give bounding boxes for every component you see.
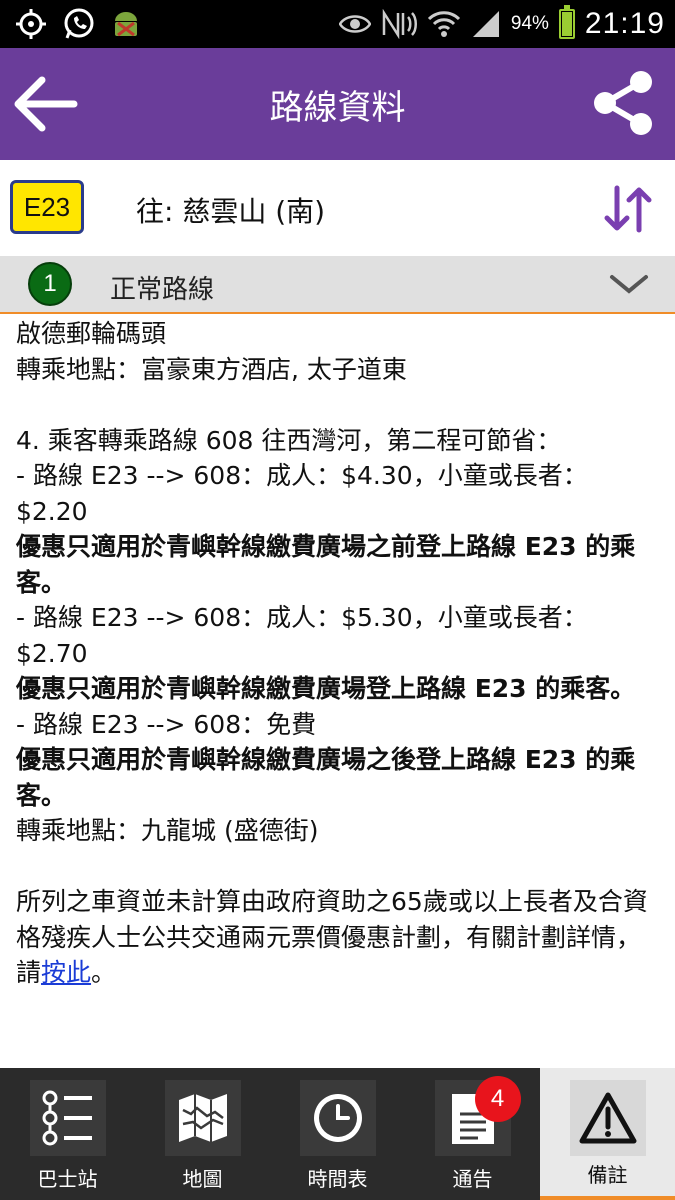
status-bar: 94% 21:19 — [0, 0, 675, 48]
battery-percent: 94% — [510, 13, 549, 34]
nav-label: 通告 — [452, 1167, 493, 1191]
notice-count-badge: 4 — [474, 1076, 521, 1122]
nav-item-bus-stops[interactable]: 巴士站 — [0, 1068, 135, 1200]
remark-line: - 路線 E23 --> 608：成人：$4.30，小童或長者：$2.20 — [16, 461, 588, 526]
warning-icon — [579, 1092, 636, 1144]
wifi-icon — [427, 11, 460, 37]
nav-item-remarks[interactable]: 備註 — [540, 1068, 675, 1200]
remark-line: 優惠只適用於青嶼幹線繳費廣場之前登上路線 E23 的乘客。 — [16, 532, 636, 597]
nav-item-notices[interactable]: 4 通告 — [405, 1068, 540, 1200]
nav-label: 時間表 — [307, 1167, 368, 1191]
route-header: E23 往: 慈雲山 (南) — [0, 160, 675, 256]
route-destination: 往: 慈雲山 (南) — [136, 195, 326, 228]
remark-line: - 路線 E23 --> 608：成人：$5.30，小童或長者：$2.70 — [16, 603, 588, 668]
app-bar: 路線資料 — [0, 48, 675, 160]
route-number-badge: E23 — [10, 180, 84, 234]
remark-line: 轉乘地點：富豪東方酒店, 太子道東 — [16, 354, 407, 384]
remark-line: - 路線 E23 --> 608：免費 — [16, 709, 317, 739]
remark-line: 優惠只適用於青嶼幹線繳費廣場登上路線 E23 的乘客。 — [16, 674, 636, 703]
battery-icon — [558, 5, 575, 39]
bus-stop-list-icon — [42, 1090, 92, 1146]
whatsapp-icon — [64, 8, 94, 39]
nav-label: 備註 — [587, 1163, 628, 1187]
gps-icon — [16, 9, 46, 39]
clock-time: 21:19 — [584, 7, 665, 40]
route-variant-selector[interactable]: 1 正常路線 — [0, 256, 675, 314]
android-debug-icon — [115, 12, 137, 37]
nav-label: 巴士站 — [37, 1167, 98, 1191]
details-link[interactable]: 按此 — [41, 958, 91, 987]
signal-icon — [472, 11, 499, 37]
remark-line: 轉乘地點：九龍城 (盛德街) — [16, 816, 319, 845]
route-remarks-content: 啟德郵輪碼頭轉乘地點：富豪東方酒店, 太子道東 4. 乘客轉乘路線 608 往西灣… — [0, 316, 675, 1068]
nav-label: 地圖 — [182, 1167, 223, 1191]
remark-line: 啟德郵輪碼頭 — [16, 319, 167, 348]
variant-label: 正常路線 — [110, 275, 215, 305]
remark-line: 優惠只適用於青嶼幹線繳費廣場之後登上路線 E23 的乘客。 — [16, 745, 636, 810]
nfc-icon — [382, 9, 417, 39]
variant-number-badge: 1 — [28, 262, 72, 306]
eye-icon — [338, 15, 371, 33]
map-icon — [178, 1094, 227, 1142]
footer-note: 所列之車資並未計算由政府資助之65歲或以上長者及合資格殘疾人士公共交通兩元票價優… — [16, 887, 648, 987]
chevron-down-icon — [610, 275, 648, 294]
nav-item-map[interactable]: 地圖 — [135, 1068, 270, 1200]
bottom-nav: 巴士站 地圖 時間表 4 通告 備註 — [0, 1068, 675, 1200]
clock-icon — [313, 1094, 362, 1142]
nav-item-timetable[interactable]: 時間表 — [270, 1068, 405, 1200]
remark-line: 4. 乘客轉乘路線 608 往西灣河，第二程可節省： — [16, 425, 562, 455]
swap-direction-icon[interactable] — [603, 184, 653, 234]
page-title: 路線資料 — [269, 88, 406, 128]
share-icon[interactable] — [593, 70, 655, 136]
